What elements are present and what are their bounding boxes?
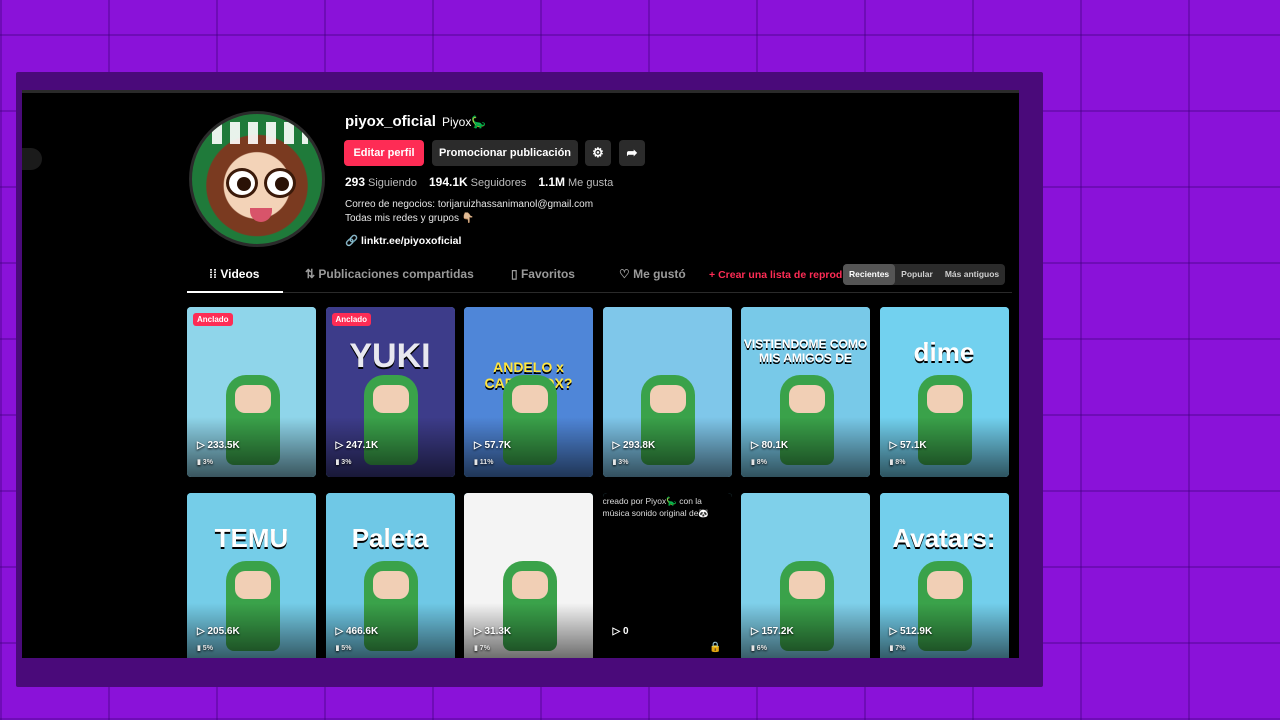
engagement-percent: ▮ 11% [474, 459, 494, 466]
profile-tabs: ⁞⁞ Videos ⇅ Publicaciones compartidas ▯ … [187, 259, 1012, 293]
engagement-percent: ▮ 5% [197, 645, 213, 652]
sort-popular[interactable]: Popular [895, 264, 939, 285]
pinned-badge: Anclado [193, 313, 233, 326]
video-card[interactable]: ▷ 157.2K ▮ 6% [741, 493, 870, 658]
engagement-percent: ▮ 7% [889, 645, 906, 652]
tab-favorites[interactable]: ▯ Favoritos [511, 267, 575, 281]
play-icon: ▷ [612, 626, 623, 637]
play-icon: ▷ [197, 626, 208, 637]
likes-stat: 1.1M Me gusta [538, 175, 614, 189]
pinned-badge: Anclado [331, 313, 372, 326]
video-card[interactable]: Anclado ▷ 233.5K ▮ 3% [187, 307, 316, 477]
video-card[interactable]: creado por Piyox🦕 con la música sonido o… [602, 493, 732, 658]
play-icon: ▷ [751, 626, 762, 637]
sort-oldest[interactable]: Más antiguos [939, 264, 1005, 285]
plus-icon: + [709, 269, 719, 281]
video-card[interactable]: YUKI Anclado ▷ 247.1K ▮ 3% [325, 307, 455, 477]
bookmark-icon: ▯ [511, 267, 521, 281]
engagement-percent: ▮ 3% [335, 459, 352, 466]
view-count: ▷ 0 [612, 626, 629, 637]
heart-icon: ♡ [619, 267, 634, 281]
link-icon: 🔗 [345, 235, 359, 247]
view-count: ▷ 205.6K [197, 626, 240, 637]
video-card[interactable]: ▷ 31.3K ▮ 7% [464, 493, 593, 658]
sort-recent[interactable]: Recientes [843, 264, 896, 285]
video-card[interactable]: Paleta ▷ 466.6K ▮ 5% [325, 493, 455, 658]
view-count: ▷ 247.1K [335, 440, 379, 451]
view-count: ▷ 293.8K [612, 440, 656, 451]
view-count: ▷ 31.3K [474, 626, 512, 637]
followers-stat[interactable]: 194.1K Seguidores [429, 175, 526, 189]
sort-toggle: Recientes Popular Más antiguos [843, 264, 1006, 285]
play-icon: ▷ [335, 626, 346, 637]
avatar-art [250, 208, 272, 222]
view-count: ▷ 512.9K [889, 626, 933, 637]
grid-icon: ⁞⁞ [209, 267, 221, 281]
tab-videos[interactable]: ⁞⁞ Videos [209, 267, 259, 281]
play-icon: ▷ [197, 440, 208, 451]
thumbnail-alt-text: creado por Piyox🦕 con la música sonido o… [602, 496, 710, 518]
thumbnail-caption: Avatars: [892, 523, 996, 553]
engagement-percent: ▮ 7% [474, 645, 490, 652]
thumbnail-caption: Paleta [351, 523, 429, 553]
view-count: ▷ 57.1K [889, 440, 927, 451]
thumbnail-caption: VISTIENDOME COMO MIS AMIGOS DE [743, 337, 868, 365]
play-icon: ▷ [474, 440, 485, 451]
edit-profile-button[interactable]: Editar perfil [344, 140, 424, 166]
following-stat[interactable]: 293 Siguiendo [345, 175, 417, 189]
active-tab-indicator [187, 291, 283, 293]
engagement-percent: ▮ 3% [197, 459, 213, 466]
play-icon: ▷ [612, 440, 623, 451]
avatar-art [212, 122, 308, 144]
engagement-percent: ▮ 8% [889, 459, 906, 466]
thumbnail-caption: YUKI [349, 337, 431, 375]
play-icon: ▷ [889, 440, 900, 451]
profile-bio: Correo de negocios: torijaruizhassaniman… [345, 198, 593, 226]
video-card[interactable]: ANDELO x CARDEVOX? ▷ 57.7K ▮ 11% [464, 307, 593, 477]
share-icon[interactable]: ➦ [619, 140, 645, 166]
promote-button[interactable]: Promocionar publicación [432, 140, 578, 166]
play-icon: ▷ [751, 440, 762, 451]
view-count: ▷ 233.5K [197, 440, 240, 451]
play-icon: ▷ [889, 626, 900, 637]
tab-liked[interactable]: ♡ Me gustó [619, 267, 686, 281]
engagement-percent: ▮ 8% [751, 459, 767, 466]
avatar[interactable] [189, 111, 325, 247]
bio-line: Correo de negocios: torijaruizhassaniman… [345, 199, 594, 210]
view-count: ▷ 466.6K [335, 626, 379, 637]
lock-icon: 🔒 [709, 642, 722, 653]
profile-stats: 293 Siguiendo 194.1K Seguidores 1.1M Me gus… [345, 175, 613, 189]
view-count: ▷ 57.7K [474, 440, 512, 451]
repost-icon: ⇅ [305, 267, 319, 281]
profile-link-text[interactable]: linktr.ee/piyoxoficial [361, 235, 461, 247]
sidebar-handle[interactable] [22, 148, 42, 170]
video-grid: Anclado ▷ 233.5K ▮ 3% YUKI Anclado ▷ 247… [187, 307, 1009, 658]
tiktok-profile-screen: piyox_oficial Piyox🦕 Editar perfil Promo… [22, 90, 1019, 658]
engagement-percent: ▮ 3% [612, 459, 629, 466]
tab-reposts[interactable]: ⇅ Publicaciones compartidas [305, 267, 474, 281]
thumbnail-caption: dime [913, 337, 975, 367]
profile-nickname: Piyox🦕 [442, 115, 487, 129]
profile-username: piyox_oficial [345, 113, 436, 130]
thumbnail-caption: TEMU [214, 523, 289, 553]
engagement-percent: ▮ 5% [335, 645, 352, 652]
view-count: ▷ 157.2K [751, 626, 794, 637]
video-card[interactable]: VISTIENDOME COMO MIS AMIGOS DE ▷ 80.1K ▮… [741, 307, 870, 477]
play-icon: ▷ [335, 440, 346, 451]
avatar-art [264, 168, 296, 198]
video-card[interactable]: TEMU ▷ 205.6K ▮ 5% [187, 493, 316, 658]
settings-gear-icon[interactable]: ⚙ [585, 140, 611, 166]
video-card[interactable]: Avatars: ▷ 512.9K ▮ 7% [879, 493, 1009, 658]
avatar-art [226, 168, 258, 198]
video-card[interactable]: ▷ 293.8K ▮ 3% [602, 307, 732, 477]
engagement-percent: ▮ 6% [751, 645, 767, 652]
view-count: ▷ 80.1K [751, 440, 789, 451]
profile-link[interactable]: 🔗 linktr.ee/piyoxoficial [345, 234, 461, 247]
video-card[interactable]: dime ▷ 57.1K ▮ 8% [879, 307, 1009, 477]
bio-line: Todas mis redes y grupos 👇🏼 [345, 213, 475, 224]
play-icon: ▷ [474, 626, 485, 637]
